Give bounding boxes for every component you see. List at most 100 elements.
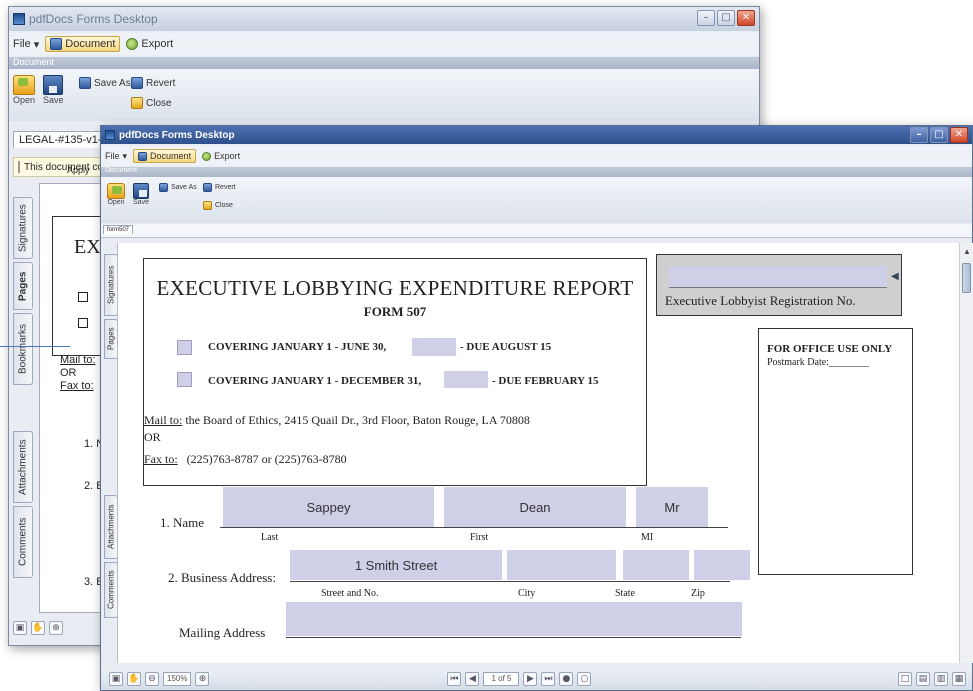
export-icon <box>202 151 212 161</box>
checkbox[interactable] <box>78 292 88 302</box>
tab-attachments[interactable]: Attachments <box>13 431 33 503</box>
front-ribbon: Open Save Save As Revert Close <box>101 177 972 223</box>
document-icon <box>138 151 148 161</box>
registration-box: ◀ Executive Lobbyist Registration No. <box>656 254 902 316</box>
open-folder-icon <box>107 183 125 199</box>
document-menu-tab[interactable]: Document <box>133 149 197 163</box>
back-window-title: pdfDocs Forms Desktop <box>29 12 158 26</box>
maximize-button[interactable]: □ <box>930 127 948 143</box>
checkbox[interactable] <box>78 318 88 328</box>
business-street-field[interactable]: 1 Smith Street <box>290 550 502 580</box>
mailing-address-label: Mailing Address <box>179 625 266 640</box>
hand-tool-icon[interactable]: ✋ <box>31 621 45 635</box>
zoom-level-field[interactable]: 150% <box>163 672 192 686</box>
form-number: FORM 507 <box>363 304 427 319</box>
close-window-button[interactable]: ✕ <box>950 127 968 143</box>
registration-number-field[interactable] <box>669 266 887 288</box>
open-button[interactable]: Open <box>13 75 35 105</box>
open-button[interactable]: Open <box>107 183 125 206</box>
checkbox-option1[interactable] <box>177 340 192 355</box>
back-ribbon: Open Save Save As Revert Close <box>9 69 759 121</box>
hand-tool-icon[interactable]: ✋ <box>127 672 141 686</box>
close-window-button[interactable]: ✕ <box>737 10 755 26</box>
tab-pages[interactable]: Pages <box>13 262 33 310</box>
vertical-scrollbar[interactable]: ▲ <box>959 243 973 663</box>
document-menu-tab[interactable]: Document <box>45 36 121 52</box>
tab-attachments[interactable]: Attachments <box>104 495 118 559</box>
business-city-field[interactable] <box>507 550 616 580</box>
view-icon[interactable]: ▣ <box>109 672 123 686</box>
tab-bookmarks[interactable]: Bookmarks <box>13 313 33 385</box>
middle-initial-field[interactable]: Mr <box>636 487 708 527</box>
revert-button[interactable]: Revert <box>203 183 236 192</box>
form-page: EXECUTIVE LOBBYING EXPENDITURE REPORT FO… <box>117 243 959 663</box>
app-icon <box>13 13 25 25</box>
business-zip-field[interactable] <box>694 550 750 580</box>
minimize-button[interactable]: – <box>697 10 715 26</box>
back-side-tabs: Signatures Pages Bookmarks Attachments C… <box>13 197 33 578</box>
name-label: 1. Name <box>160 515 205 530</box>
front-doc-tab[interactable]: form507 <box>103 225 134 234</box>
view-icon[interactable]: ▣ <box>13 621 27 635</box>
tab-comments[interactable]: Comments <box>13 506 33 578</box>
zoom-icon[interactable]: ⊕ <box>49 621 63 635</box>
business-state-field[interactable] <box>623 550 689 580</box>
back-status-controls: ▣ ✋ ⊕ <box>13 621 63 635</box>
mailing-address-field[interactable] <box>286 602 742 636</box>
export-icon <box>126 38 139 50</box>
last-page-icon[interactable]: ⏭ <box>541 672 556 686</box>
zoom-out-icon[interactable]: ⊖ <box>145 672 159 686</box>
export-menu-tab[interactable]: Export <box>126 38 173 50</box>
revert-button[interactable]: Revert <box>131 77 175 89</box>
year-field-1[interactable] <box>412 338 456 356</box>
forward-icon[interactable]: ○ <box>577 672 592 686</box>
tab-comments[interactable]: Comments <box>104 562 118 618</box>
business-address-label: 2. Business Address: <box>168 570 276 585</box>
scroll-thumb[interactable] <box>962 263 971 293</box>
save-as-icon <box>159 183 168 192</box>
facing-icon[interactable]: ▥ <box>934 672 948 686</box>
minimize-button[interactable]: – <box>910 127 928 143</box>
back-menu-bar: File ▾ Document Export <box>9 33 759 55</box>
office-use-box: FOR OFFICE USE ONLY Postmark Date:______… <box>758 328 913 575</box>
tab-pages[interactable]: Pages <box>104 319 118 359</box>
tab-signatures[interactable]: Signatures <box>104 254 118 316</box>
close-doc-button[interactable]: Close <box>203 201 233 210</box>
close-doc-icon <box>203 201 212 210</box>
close-doc-button[interactable]: Close <box>131 97 172 109</box>
zoom-in-icon[interactable]: ⊕ <box>195 672 210 686</box>
scroll-up-icon[interactable]: ▲ <box>963 247 971 256</box>
save-button[interactable]: Save <box>43 75 64 105</box>
first-page-icon[interactable]: ⏮ <box>447 672 462 686</box>
front-ribbon-group-label: Document <box>101 167 972 177</box>
year-field-2[interactable] <box>444 371 488 388</box>
save-as-button[interactable]: Save As <box>159 183 197 192</box>
file-menu[interactable]: File ▾ <box>13 38 39 51</box>
last-name-field[interactable]: Sappey <box>223 487 434 527</box>
prev-page-icon[interactable]: ◀ <box>465 672 480 686</box>
page-number-field[interactable]: 1 of 5 <box>483 672 520 686</box>
first-name-field[interactable]: Dean <box>444 487 626 527</box>
back-icon[interactable]: ● <box>559 672 574 686</box>
save-as-button[interactable]: Save As <box>79 77 131 89</box>
export-menu-tab[interactable]: Export <box>202 151 240 161</box>
continuous-icon[interactable]: ▤ <box>916 672 930 686</box>
registration-label: Executive Lobbyist Registration No. <box>665 293 856 308</box>
single-page-icon[interactable]: □ <box>898 672 912 686</box>
front-window-title: pdfDocs Forms Desktop <box>119 129 235 141</box>
checkbox-option2[interactable] <box>177 372 192 387</box>
save-disk-icon <box>133 183 149 199</box>
file-menu[interactable]: File ▾ <box>105 151 127 162</box>
chevron-down-icon: ▾ <box>122 150 128 161</box>
grid-icon[interactable]: ▦ <box>952 672 966 686</box>
form-title-box: EXECUTIVE LOBBYING EXPENDITURE REPORT FO… <box>143 258 647 486</box>
pointer-line <box>0 346 70 347</box>
next-page-icon[interactable]: ▶ <box>523 672 538 686</box>
document-icon <box>18 161 20 173</box>
front-side-tabs: Signatures Pages Attachments Comments <box>104 254 118 618</box>
apply-button[interactable]: Apply <box>67 165 90 175</box>
maximize-button[interactable]: □ <box>717 10 735 26</box>
fax-line: Fax to: (225)763-8787 or (225)763-8780 <box>144 452 347 466</box>
save-button[interactable]: Save <box>133 183 149 206</box>
tab-signatures[interactable]: Signatures <box>13 197 33 259</box>
